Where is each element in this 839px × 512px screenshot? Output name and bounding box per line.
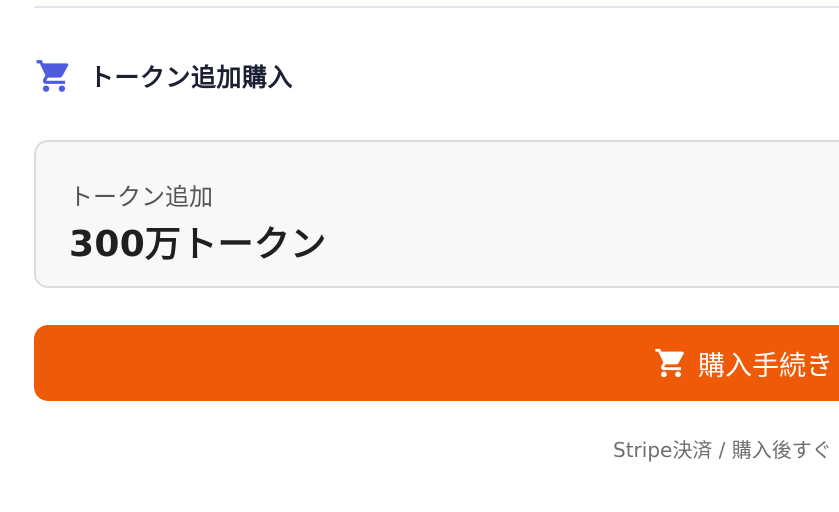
- cart-icon: [654, 346, 688, 380]
- purchase-button-content: 購入手続き: [654, 325, 833, 401]
- token-option-amount: 300万トークン: [69, 224, 327, 265]
- payment-footnote: Stripe決済 / 購入後すぐ: [613, 438, 832, 462]
- token-option-label: トークン追加: [69, 183, 213, 211]
- page: トークン追加購入 トークン追加 300万トークン 購入手続き Stripe決済 …: [0, 0, 839, 512]
- purchase-button[interactable]: 購入手続き: [34, 325, 839, 401]
- section-title: トークン追加購入: [89, 63, 294, 92]
- section-header: トークン追加購入: [35, 56, 293, 96]
- cart-icon: [35, 57, 73, 95]
- top-divider: [34, 6, 839, 8]
- token-option-card[interactable]: トークン追加 300万トークン: [34, 140, 839, 288]
- purchase-button-label: 購入手続き: [698, 350, 833, 382]
